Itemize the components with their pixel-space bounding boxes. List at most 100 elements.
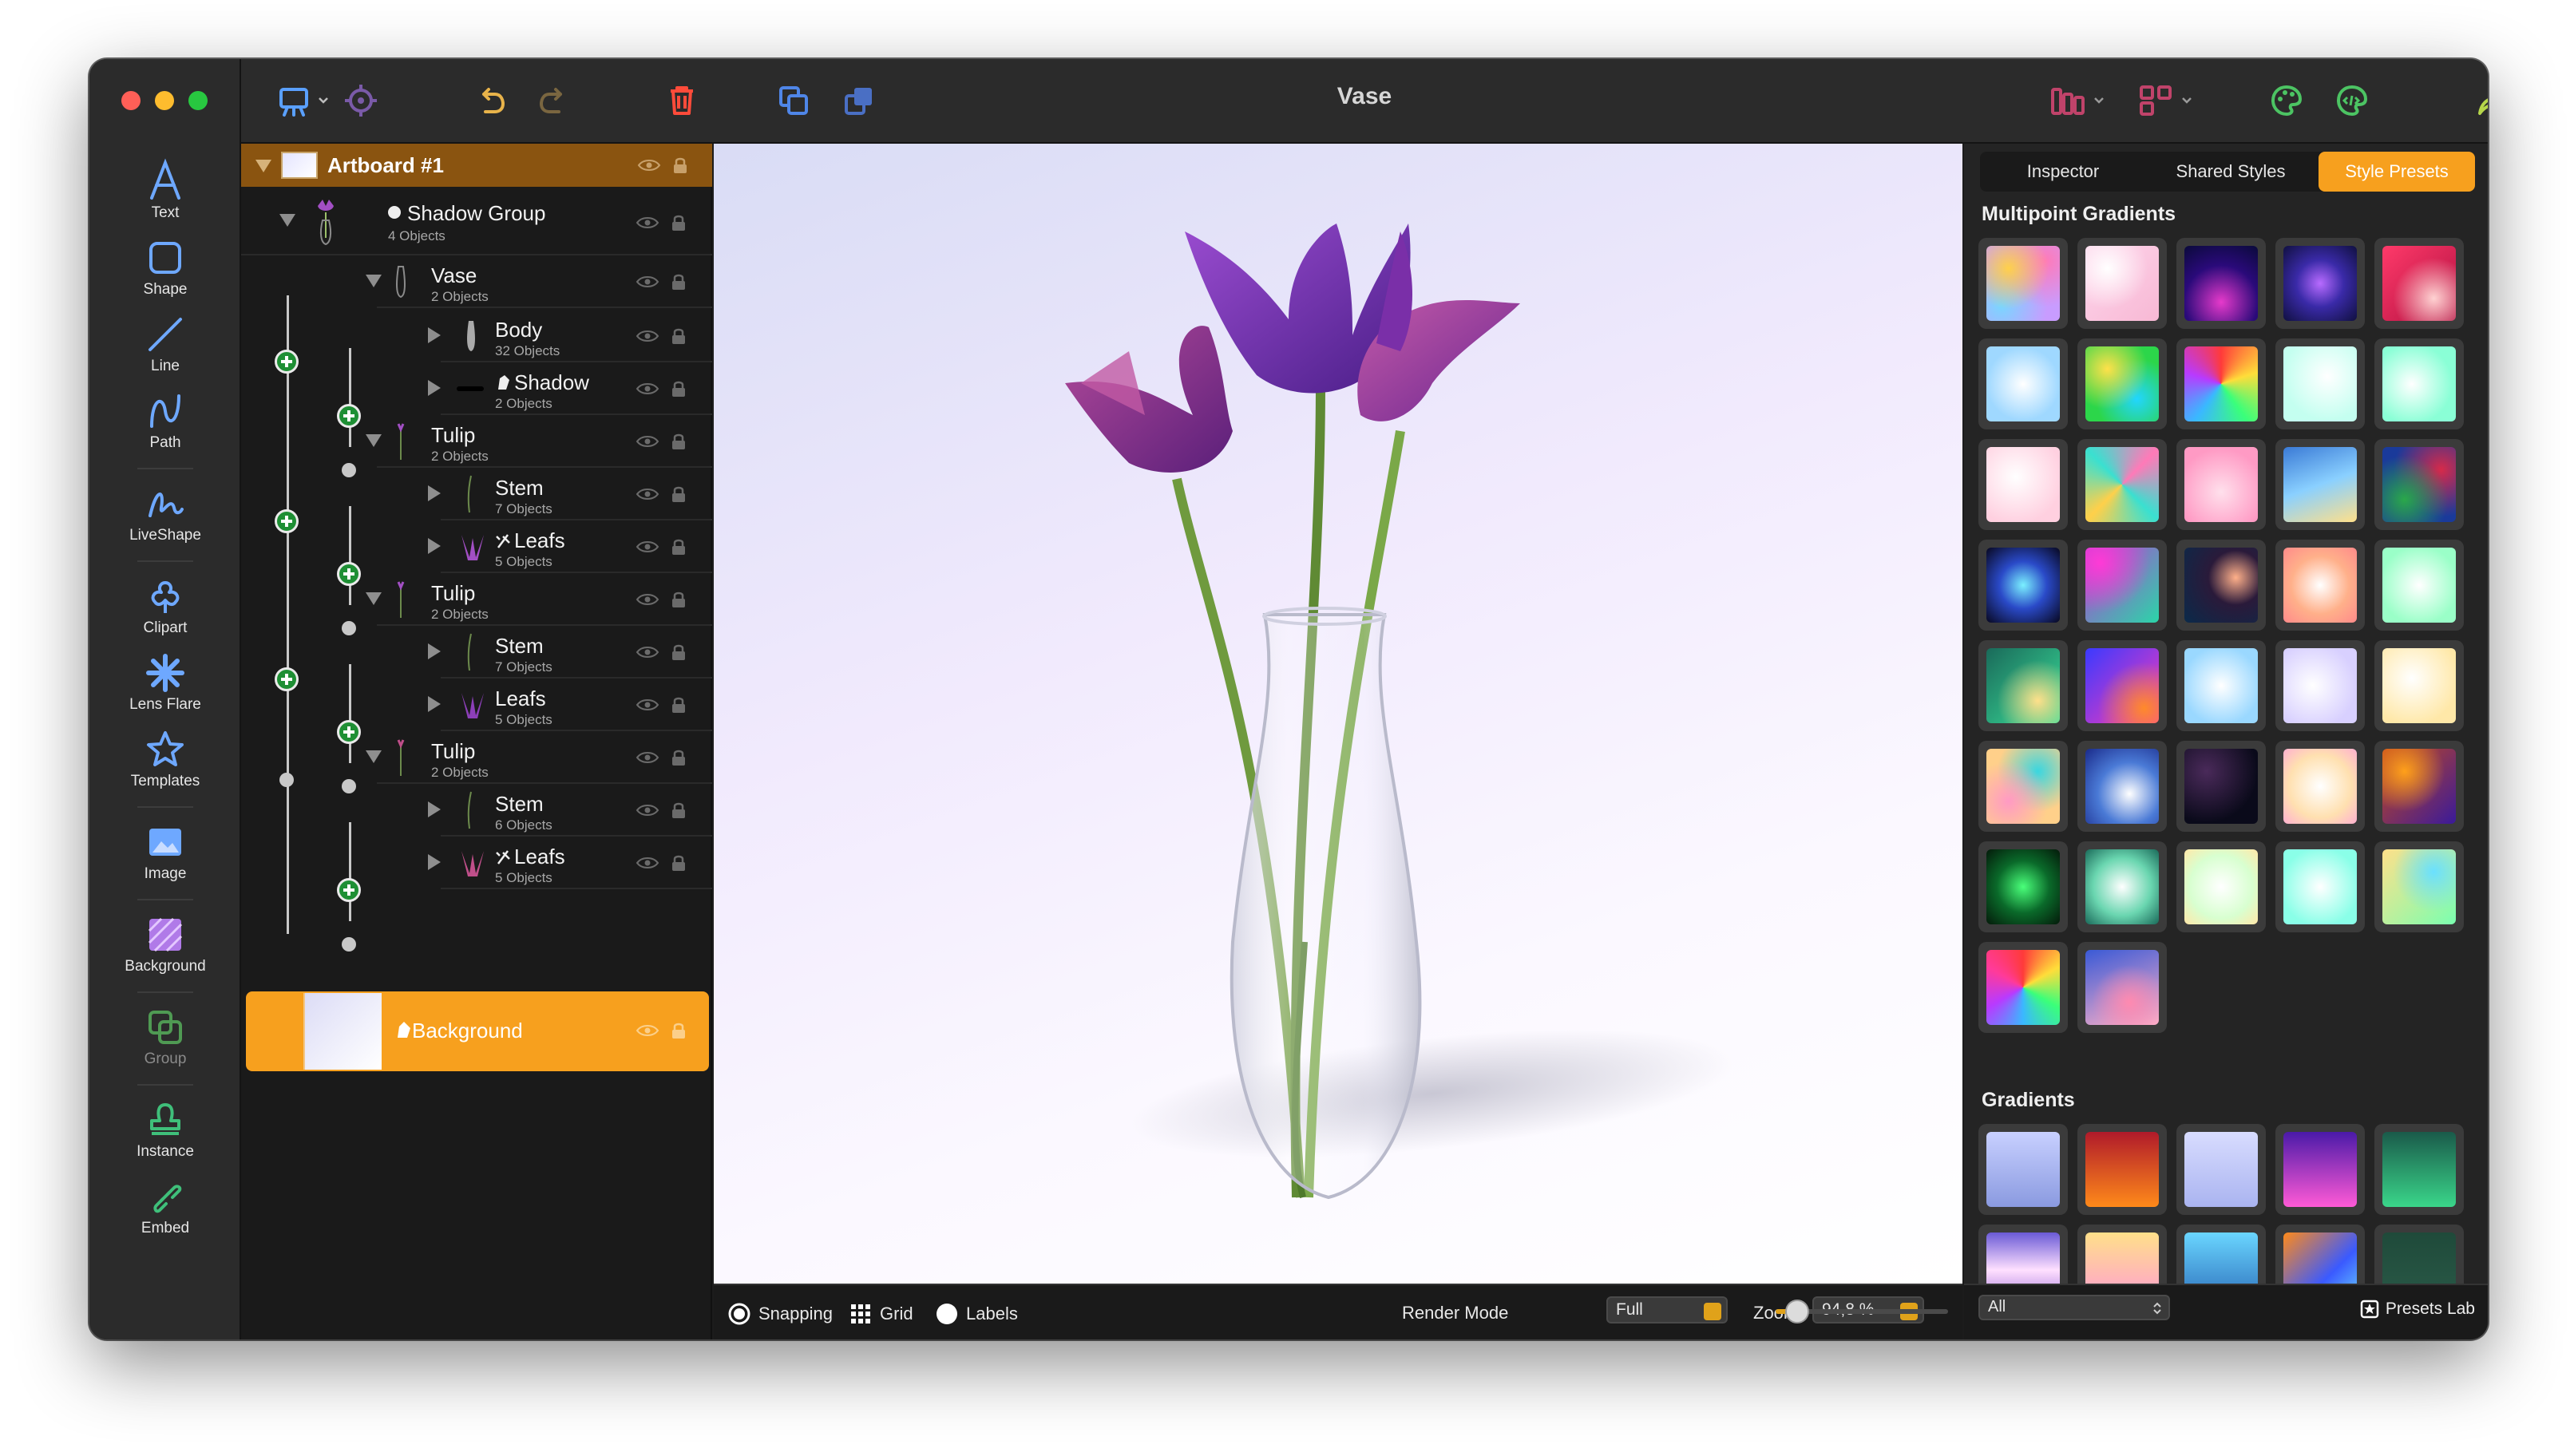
gradient-preset[interactable]	[1978, 238, 2068, 329]
tool-instance[interactable]: Instance	[89, 1095, 241, 1161]
lock-icon[interactable]	[672, 156, 688, 174]
gradient-preset[interactable]	[2374, 439, 2464, 530]
tool-text[interactable]: Text	[89, 156, 241, 222]
zoom-button[interactable]	[188, 91, 208, 110]
gradient-preset[interactable]	[2077, 439, 2167, 530]
palette-button[interactable]	[2269, 80, 2304, 121]
gradient-preset[interactable]	[2176, 741, 2266, 832]
gradient-preset[interactable]	[2077, 540, 2167, 631]
lock-icon[interactable]	[671, 433, 687, 450]
disclosure-triangle[interactable]	[366, 434, 382, 447]
gradient-preset[interactable]	[2176, 1124, 2266, 1215]
disclosure-triangle[interactable]	[428, 854, 441, 870]
tool-templates[interactable]: Templates	[89, 725, 241, 790]
add-icon[interactable]	[337, 562, 361, 586]
disclosure-triangle[interactable]	[255, 160, 271, 172]
layer-row[interactable]: Shadow 2 Objects	[428, 362, 712, 415]
gradient-preset[interactable]	[1978, 338, 2068, 429]
undo-button[interactable]	[473, 80, 508, 121]
gradient-preset[interactable]	[2176, 841, 2266, 932]
disclosure-triangle[interactable]	[428, 643, 441, 659]
tool-image[interactable]: Image	[89, 817, 241, 883]
tab-style-presets[interactable]: Style Presets	[2319, 152, 2475, 192]
gradient-preset[interactable]	[2275, 741, 2365, 832]
add-icon[interactable]	[275, 667, 299, 691]
disclosure-triangle[interactable]	[428, 538, 441, 554]
visibility-eye-icon[interactable]	[636, 487, 659, 501]
add-icon[interactable]	[275, 350, 299, 374]
gradient-preset[interactable]	[1978, 439, 2068, 530]
tool-lens-flare[interactable]: Lens Flare	[89, 648, 241, 714]
disclosure-triangle[interactable]	[428, 485, 441, 501]
lock-icon[interactable]	[671, 854, 687, 872]
visibility-eye-icon[interactable]	[636, 382, 659, 396]
send-backward-button[interactable]	[842, 80, 877, 121]
lock-icon[interactable]	[671, 801, 687, 819]
gradient-preset[interactable]	[2176, 439, 2266, 530]
gradient-preset[interactable]	[2077, 640, 2167, 731]
gradient-preset[interactable]	[2374, 640, 2464, 731]
lock-icon[interactable]	[671, 327, 687, 345]
gradient-preset[interactable]	[2176, 540, 2266, 631]
gradient-preset[interactable]	[1978, 640, 2068, 731]
gradient-preset[interactable]	[2077, 942, 2167, 1033]
tool-shape[interactable]: Shape	[89, 233, 241, 299]
bring-forward-button[interactable]	[776, 80, 811, 121]
layer-row[interactable]: Shadow Group 4 Objects	[241, 188, 712, 255]
disclosure-triangle[interactable]	[428, 696, 441, 712]
lock-icon[interactable]	[671, 538, 687, 556]
gradient-preset[interactable]	[2077, 238, 2167, 329]
tab-shared-styles[interactable]: Shared Styles	[2148, 152, 2314, 192]
gradient-preset[interactable]	[1978, 942, 2068, 1033]
layer-row[interactable]: Leafs 5 Objects	[428, 679, 712, 731]
gradient-preset[interactable]	[2374, 741, 2464, 832]
gradient-preset[interactable]	[2275, 439, 2365, 530]
gradient-preset[interactable]	[2176, 238, 2266, 329]
render-mode-select[interactable]: Full	[1606, 1296, 1728, 1323]
gradient-preset[interactable]	[2176, 338, 2266, 429]
gradient-preset[interactable]	[2374, 238, 2464, 329]
visibility-eye-icon[interactable]	[636, 540, 659, 554]
gradient-preset[interactable]	[2077, 741, 2167, 832]
lock-icon[interactable]	[671, 643, 687, 661]
lock-icon[interactable]	[671, 485, 687, 503]
lock-icon[interactable]	[671, 591, 687, 608]
gradient-preset[interactable]	[1978, 741, 2068, 832]
layer-row[interactable]: Stem 7 Objects	[428, 626, 712, 679]
gradient-preset[interactable]	[1978, 841, 2068, 932]
gradient-preset[interactable]	[2374, 540, 2464, 631]
share-button[interactable]	[2475, 80, 2488, 121]
add-icon[interactable]	[337, 878, 361, 902]
tool-line[interactable]: Line	[89, 310, 241, 375]
layer-row-background[interactable]: Background	[246, 991, 709, 1071]
visibility-eye-icon[interactable]	[636, 856, 659, 870]
lock-icon[interactable]	[671, 749, 687, 766]
presets-lab-button[interactable]: Presets Lab	[2360, 1300, 2475, 1319]
artboard-button[interactable]	[276, 80, 329, 121]
disclosure-triangle[interactable]	[279, 214, 295, 227]
gradient-preset[interactable]	[2374, 841, 2464, 932]
visibility-eye-icon[interactable]	[636, 592, 659, 607]
lock-icon[interactable]	[671, 380, 687, 398]
tool-liveshape[interactable]: LiveShape	[89, 479, 241, 544]
disclosure-triangle[interactable]	[366, 592, 382, 605]
layer-row[interactable]: Stem 7 Objects	[428, 468, 712, 520]
gradient-preset[interactable]	[2077, 1124, 2167, 1215]
tool-background[interactable]: Background	[89, 910, 241, 975]
layer-row[interactable]: Leafs 5 Objects	[428, 837, 712, 889]
tool-embed[interactable]: Embed	[89, 1172, 241, 1237]
gradient-preset[interactable]	[2374, 1124, 2464, 1215]
gradient-preset[interactable]	[1978, 1124, 2068, 1215]
canvas[interactable]	[714, 144, 1962, 1284]
layer-row[interactable]: Vase 2 Objects	[366, 255, 712, 308]
labels-toggle[interactable]: Labels	[936, 1303, 1018, 1325]
visibility-eye-icon[interactable]	[636, 803, 659, 817]
gradient-preset[interactable]	[2077, 841, 2167, 932]
gradient-preset[interactable]	[2275, 338, 2365, 429]
layer-row[interactable]: Tulip 2 Objects	[366, 573, 712, 626]
lock-icon[interactable]	[671, 273, 687, 291]
style-code-button[interactable]	[2334, 80, 2370, 121]
add-icon[interactable]	[275, 509, 299, 533]
layer-row[interactable]: Tulip 2 Objects	[366, 415, 712, 468]
add-icon[interactable]	[337, 404, 361, 428]
